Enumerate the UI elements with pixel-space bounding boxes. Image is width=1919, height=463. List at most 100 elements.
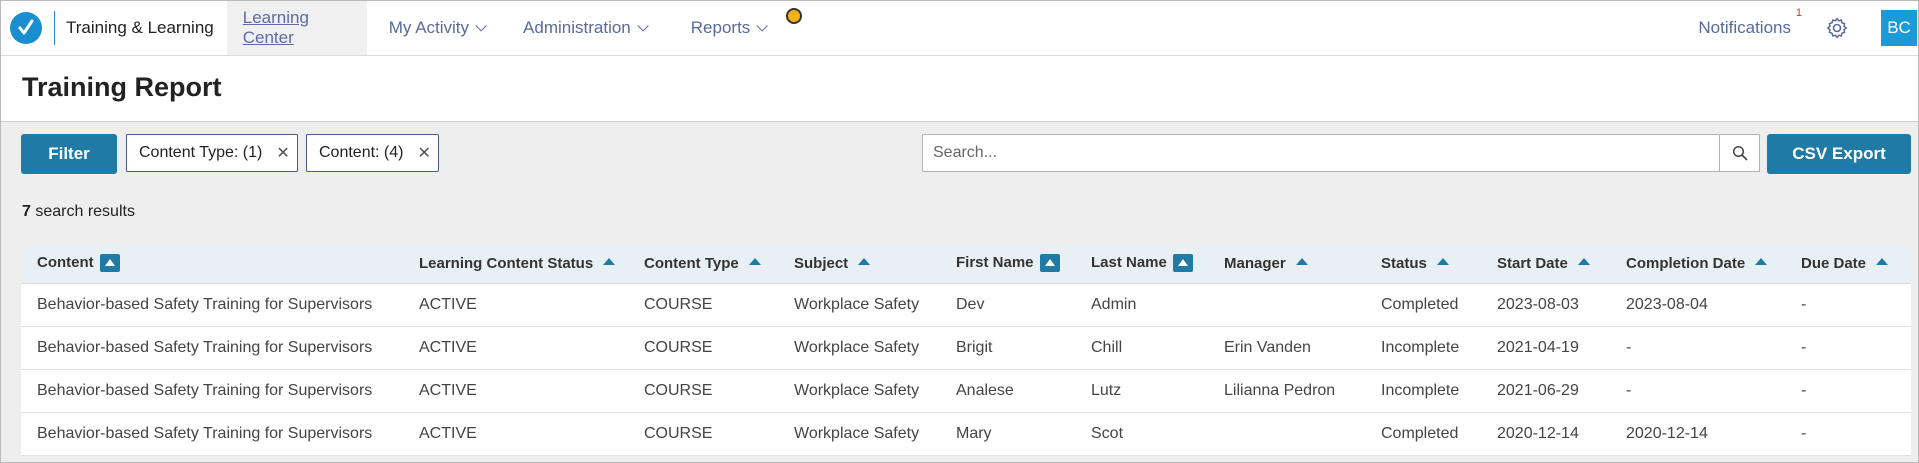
cell-subject: Workplace Safety: [778, 369, 940, 413]
column-header-label: Completion Date: [1626, 254, 1746, 272]
top-navigation: Training & Learning Learning Center My A…: [1, 1, 1918, 56]
cell-due-date: -: [1785, 283, 1911, 327]
column-header[interactable]: Content Type: [628, 243, 778, 284]
column-header-label: Due Date: [1801, 254, 1867, 272]
column-header[interactable]: Last Name: [1075, 243, 1208, 284]
cell-start-date: 2021-04-19: [1481, 326, 1610, 370]
column-header-label: Learning Content Status: [419, 254, 594, 272]
cell-completion-date: 2020-12-14: [1610, 412, 1785, 456]
cell-last-name: Lutz: [1075, 369, 1208, 413]
nav-tabs: Learning Center My Activity Administrati…: [226, 1, 781, 55]
cell-content-type: COURSE: [628, 369, 778, 413]
column-header[interactable]: Subject: [778, 243, 940, 284]
user-avatar[interactable]: BC: [1881, 10, 1917, 46]
page-header: Training Report: [1, 56, 1918, 122]
chevron-down-icon: [475, 20, 487, 32]
cell-content: Behavior-based Safety Training for Super…: [21, 283, 403, 327]
sort-ascending-icon[interactable]: [1039, 254, 1060, 273]
table-row[interactable]: Behavior-based Safety Training for Super…: [21, 283, 1911, 327]
column-header[interactable]: Start Date: [1481, 243, 1610, 284]
filter-chip-content[interactable]: Content: (4) ✕: [306, 134, 439, 172]
results-count: 7 search results: [22, 203, 135, 221]
close-icon[interactable]: ✕: [276, 143, 289, 163]
cell-status: Completed: [1365, 412, 1481, 456]
column-header[interactable]: Content: [21, 243, 403, 284]
cell-due-date: -: [1785, 326, 1911, 370]
cell-completion-date: -: [1610, 326, 1785, 370]
nav-tab-label: My Activity: [388, 18, 470, 37]
nav-tab-learning-center[interactable]: Learning Center: [226, 1, 367, 55]
column-header[interactable]: Status: [1365, 243, 1481, 284]
search-button[interactable]: [1719, 135, 1759, 171]
table-body: Behavior-based Safety Training for Super…: [21, 283, 1911, 456]
table-row[interactable]: Behavior-based Safety Training for Super…: [21, 369, 1911, 413]
notifications-link[interactable]: Notifications 1: [1698, 7, 1802, 38]
column-header-label: Manager: [1224, 254, 1286, 272]
csv-export-button[interactable]: CSV Export: [1767, 134, 1911, 174]
cell-first-name: Mary: [940, 412, 1075, 456]
sort-ascending-icon[interactable]: [1876, 258, 1889, 266]
page-title: Training Report: [22, 72, 222, 102]
column-header[interactable]: First Name: [940, 243, 1075, 284]
column-header[interactable]: Due Date: [1785, 243, 1911, 284]
cell-status: Completed: [1365, 283, 1481, 327]
column-header-label: First Name: [956, 253, 1034, 271]
filter-chip-label: Content Type: (1): [139, 144, 263, 161]
column-header-label: Content: [37, 253, 94, 271]
checkmark-logo-icon[interactable]: [10, 12, 42, 44]
nav-tab-reports[interactable]: Reports: [675, 1, 781, 55]
sort-ascending-icon[interactable]: [99, 254, 120, 273]
column-header-label: Subject: [794, 254, 849, 272]
chevron-down-icon: [637, 20, 649, 32]
cell-subject: Workplace Safety: [778, 412, 940, 456]
cell-manager: Erin Vanden: [1208, 326, 1365, 370]
cell-subject: Workplace Safety: [778, 326, 940, 370]
nav-tab-label: Administration: [523, 18, 631, 37]
cell-manager: Lilianna Pedron: [1208, 369, 1365, 413]
chevron-down-icon: [756, 20, 769, 32]
mouse-cursor-indicator: [786, 8, 802, 24]
cell-lc-status: ACTIVE: [403, 283, 628, 327]
cell-first-name: Analese: [940, 369, 1075, 413]
cell-completion-date: 2023-08-04: [1610, 283, 1785, 327]
gear-icon[interactable]: [1823, 14, 1851, 42]
app-title-divider: [54, 11, 55, 45]
cell-last-name: Scot: [1075, 412, 1208, 456]
cell-lc-status: ACTIVE: [403, 369, 628, 413]
notifications-count-badge: 1: [1795, 7, 1802, 19]
cell-content: Behavior-based Safety Training for Super…: [21, 326, 403, 370]
sort-ascending-icon[interactable]: [1436, 258, 1449, 266]
filter-button[interactable]: Filter: [21, 134, 117, 174]
column-header[interactable]: Manager: [1208, 243, 1365, 284]
column-header[interactable]: Learning Content Status: [403, 243, 628, 284]
nav-tab-administration[interactable]: Administration: [507, 1, 661, 55]
cell-manager: [1208, 283, 1365, 327]
filter-chip-label: Content: (4): [319, 144, 404, 161]
sort-ascending-icon[interactable]: [1577, 258, 1590, 266]
table-header-row: Content Learning Content Status Content Ty…: [21, 243, 1911, 284]
table-row[interactable]: Behavior-based Safety Training for Super…: [21, 326, 1911, 370]
sort-ascending-icon[interactable]: [748, 258, 761, 266]
nav-tab-label: Learning Center: [242, 8, 309, 47]
cell-last-name: Chill: [1075, 326, 1208, 370]
cell-content: Behavior-based Safety Training for Super…: [21, 369, 403, 413]
cell-first-name: Brigit: [940, 326, 1075, 370]
sort-ascending-icon[interactable]: [858, 258, 871, 266]
cell-subject: Workplace Safety: [778, 283, 940, 327]
cell-content-type: COURSE: [628, 326, 778, 370]
sort-ascending-icon[interactable]: [1172, 254, 1193, 273]
app-window: Training & Learning Learning Center My A…: [0, 0, 1919, 463]
sort-ascending-icon[interactable]: [1295, 258, 1308, 266]
table-row[interactable]: Behavior-based Safety Training for Super…: [21, 412, 1911, 456]
cell-start-date: 2021-06-29: [1481, 369, 1610, 413]
column-header[interactable]: Completion Date: [1610, 243, 1785, 284]
search-input[interactable]: [923, 135, 1719, 171]
cell-manager: [1208, 412, 1365, 456]
filter-chip-content-type[interactable]: Content Type: (1) ✕: [126, 134, 298, 172]
column-header-label: Status: [1381, 254, 1427, 272]
sort-ascending-icon[interactable]: [1755, 258, 1768, 266]
sort-ascending-icon[interactable]: [603, 258, 616, 266]
nav-tab-my-activity[interactable]: My Activity: [373, 1, 499, 55]
cell-content: Behavior-based Safety Training for Super…: [21, 412, 403, 456]
close-icon[interactable]: ✕: [417, 143, 430, 163]
